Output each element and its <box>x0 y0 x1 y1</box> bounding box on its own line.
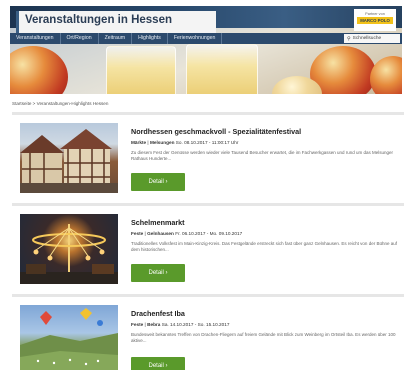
main-nav: Veranstaltungen Ort/Region Zeitraum High… <box>10 33 402 44</box>
event-meta: Feste | Bebra Sa. 14.10.2017 - So. 15.10… <box>131 322 230 327</box>
apple-image <box>370 56 402 94</box>
event-location: Bebra <box>147 322 161 327</box>
event-location: Melsungen <box>149 140 175 145</box>
quick-search-label: Schnellsuche <box>352 36 382 41</box>
partner-logo[interactable]: Partner von MARCO POLO <box>354 9 396 31</box>
nav-item-veranstaltungen[interactable]: Veranstaltungen <box>10 33 61 44</box>
event-date: So. 08.10.2017 - 11:00:17 Uhr <box>175 140 239 145</box>
event-item: Nordhessen geschmackvoll - Spezialitäten… <box>12 112 404 200</box>
event-category: Feste <box>131 231 144 236</box>
hero-header: Veranstaltungen in Hessen Partner von MA… <box>10 6 402 94</box>
cider-glass-image <box>106 46 176 94</box>
event-meta: Märkte | Melsungen So. 08.10.2017 - 11:0… <box>131 140 239 145</box>
event-image[interactable] <box>20 123 118 193</box>
event-date: Sa. 14.10.2017 - So. 15.10.2017 <box>161 322 230 327</box>
nav-item-highlights[interactable]: Highlights <box>132 33 168 44</box>
site-title: Veranstaltungen in Hessen <box>16 11 216 33</box>
event-title[interactable]: Schelmenmarkt <box>131 218 185 227</box>
kite-field-image <box>20 308 118 370</box>
nav-item-ferienwohnungen[interactable]: Ferienwohnungen <box>168 33 223 44</box>
apple-image <box>10 46 68 94</box>
event-description: Zu diesem Fest der Genüsse werden wieder… <box>131 150 394 162</box>
nav-item-ort-region[interactable]: Ort/Region <box>61 33 99 44</box>
event-category: Feste <box>131 322 144 327</box>
event-image[interactable] <box>20 305 118 370</box>
breadcrumb[interactable]: Startseite > Veranstaltungen-Highlights … <box>12 101 108 106</box>
partner-label: Partner von <box>365 12 385 16</box>
carousel-image <box>20 224 118 284</box>
event-date: Fr. 06.10.2017 - Mo. 09.10.2017 <box>175 231 243 236</box>
search-icon: ⚲ <box>347 35 351 42</box>
event-location: Gelnhausen <box>147 231 174 236</box>
cider-glass-image <box>186 44 258 94</box>
event-title[interactable]: Nordhessen geschmackvoll - Spezialitäten… <box>131 127 301 136</box>
event-item: Drachenfest Iba Feste | Bebra Sa. 14.10.… <box>12 294 404 370</box>
event-image[interactable] <box>20 214 118 284</box>
quick-search-button[interactable]: ⚲ Schnellsuche <box>344 34 400 43</box>
nav-item-zeitraum[interactable]: Zeitraum <box>99 33 133 44</box>
event-category: Märkte <box>131 140 147 145</box>
event-description: Traditionelles Volksfest im Main-Kinzig-… <box>131 241 397 253</box>
timbered-houses-image <box>20 129 118 193</box>
detail-button[interactable]: Detail › <box>131 173 185 191</box>
event-description: Bundesweit bekanntes Treffen von Drachen… <box>131 332 396 344</box>
detail-button[interactable]: Detail › <box>131 357 185 370</box>
marco-polo-logo: MARCO POLO <box>357 17 393 24</box>
detail-button[interactable]: Detail › <box>131 264 185 282</box>
event-title[interactable]: Drachenfest Iba <box>131 309 185 318</box>
event-meta: Feste | Gelnhausen Fr. 06.10.2017 - Mo. … <box>131 231 243 236</box>
event-item: Schelmenmarkt Feste | Gelnhausen Fr. 06.… <box>12 203 404 291</box>
